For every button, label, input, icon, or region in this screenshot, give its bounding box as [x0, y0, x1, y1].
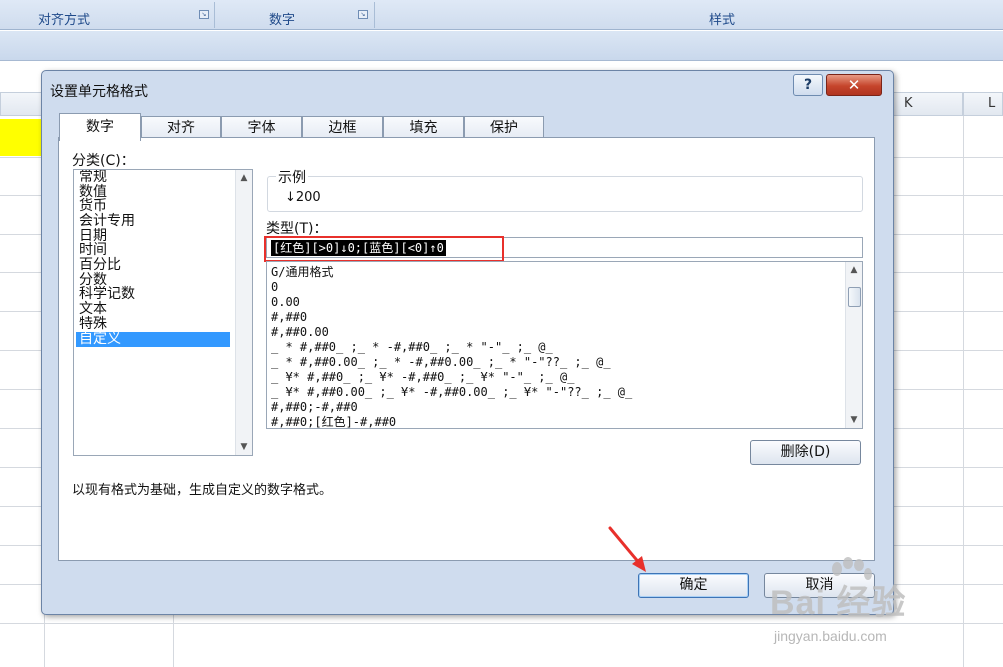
- ribbon-groups-bar: 对齐方式 ↘ 数字 ↘ 样式: [0, 0, 1003, 30]
- category-item-time[interactable]: 时间: [76, 243, 230, 258]
- watermark-brand: Bai 经验: [770, 584, 907, 622]
- format-code-item[interactable]: G/通用格式: [271, 265, 333, 280]
- highlighted-cell[interactable]: [0, 119, 44, 156]
- format-code-item[interactable]: _ * #,##0_ ;_ * -#,##0_ ;_ * "-"_ ;_ @_: [271, 340, 553, 355]
- sample-box: [267, 176, 863, 212]
- ribbon-group-alignment: 对齐方式 ↘: [0, 0, 215, 30]
- format-list-scrollbar[interactable]: ▲ ▼: [845, 262, 862, 428]
- watermark: Bai 经验 jingyan.baidu.com: [760, 555, 1000, 660]
- watermark-url: jingyan.baidu.com: [774, 628, 887, 644]
- scroll-up-icon[interactable]: ▲: [236, 170, 252, 186]
- category-item-custom[interactable]: 自定义: [76, 332, 230, 347]
- dialog-launcher-icon[interactable]: ↘: [199, 10, 209, 19]
- sample-value: ↓200: [285, 190, 321, 205]
- format-code-item[interactable]: _ * #,##0.00_ ;_ * -#,##0.00_ ;_ * "-"??…: [271, 355, 611, 370]
- format-code-item[interactable]: _ ¥* #,##0_ ;_ ¥* -#,##0_ ;_ ¥* "-"_ ;_ …: [271, 370, 574, 385]
- sample-label: 示例: [276, 167, 308, 187]
- format-code-item[interactable]: #,##0;-#,##0: [271, 400, 358, 415]
- close-button[interactable]: ✕: [826, 74, 882, 96]
- format-code-item[interactable]: #,##0: [271, 310, 307, 325]
- format-code-item[interactable]: 0: [271, 280, 278, 295]
- column-header-l[interactable]: L: [963, 92, 1003, 116]
- scroll-up-icon[interactable]: ▲: [846, 262, 862, 278]
- ribbon-lower-band: [0, 31, 1003, 61]
- format-code-item[interactable]: _ ¥* #,##0.00_ ;_ ¥* -#,##0.00_ ;_ ¥* "-…: [271, 385, 632, 400]
- type-label: 类型(T)：: [266, 221, 328, 237]
- help-button[interactable]: ?: [793, 74, 823, 96]
- tab-number[interactable]: 数字: [59, 113, 141, 141]
- ribbon-group-label: 样式: [709, 13, 736, 28]
- description-text: 以现有格式为基础，生成自定义的数字格式。: [72, 483, 333, 498]
- scroll-thumb[interactable]: [848, 287, 861, 307]
- dialog-launcher-icon[interactable]: ↘: [358, 10, 368, 19]
- format-code-item[interactable]: #,##0.00: [271, 325, 329, 340]
- highlight-annotation-box: [264, 236, 504, 262]
- delete-button[interactable]: 删除(D): [750, 440, 861, 465]
- ribbon-separator: [214, 2, 215, 28]
- category-list[interactable]: 常规 数值 货币 会计专用 日期 时间 百分比 分数 科学记数 文本 特殊 自定…: [73, 169, 253, 456]
- category-item-text[interactable]: 文本: [76, 302, 230, 317]
- ribbon-group-label: 数字: [269, 13, 296, 28]
- category-item-special[interactable]: 特殊: [76, 317, 230, 332]
- category-item-percentage[interactable]: 百分比: [76, 258, 230, 273]
- category-item-accounting[interactable]: 会计专用: [76, 214, 230, 229]
- column-header-k[interactable]: K: [893, 92, 963, 116]
- format-code-list[interactable]: G/通用格式 0 0.00 #,##0 #,##0.00 _ * #,##0_ …: [266, 261, 863, 429]
- ribbon-group-number: 数字 ↘: [216, 0, 375, 30]
- format-code-item[interactable]: 0.00: [271, 295, 300, 310]
- scroll-down-icon[interactable]: ▼: [236, 439, 252, 455]
- category-scrollbar[interactable]: ▲ ▼: [235, 170, 252, 455]
- pointer-arrow-icon: [608, 526, 646, 572]
- category-item-currency[interactable]: 货币: [76, 199, 230, 214]
- ribbon-separator: [374, 2, 375, 28]
- format-cells-dialog: 设置单元格格式 ? ✕ 数字 对齐 字体 边框 填充 保护 分类(C)： 常规 …: [41, 70, 894, 615]
- ribbon-group-label: 对齐方式: [38, 13, 91, 28]
- dialog-title: 设置单元格格式: [50, 84, 148, 100]
- category-item-scientific[interactable]: 科学记数: [76, 287, 230, 302]
- column-header[interactable]: [0, 92, 44, 116]
- ribbon-group-styles: 样式: [376, 0, 1003, 30]
- category-label: 分类(C)：: [72, 153, 135, 169]
- format-code-item[interactable]: #,##0;[红色]-#,##0: [271, 415, 396, 428]
- category-item-general[interactable]: 常规: [76, 170, 230, 185]
- scroll-down-icon[interactable]: ▼: [846, 412, 862, 428]
